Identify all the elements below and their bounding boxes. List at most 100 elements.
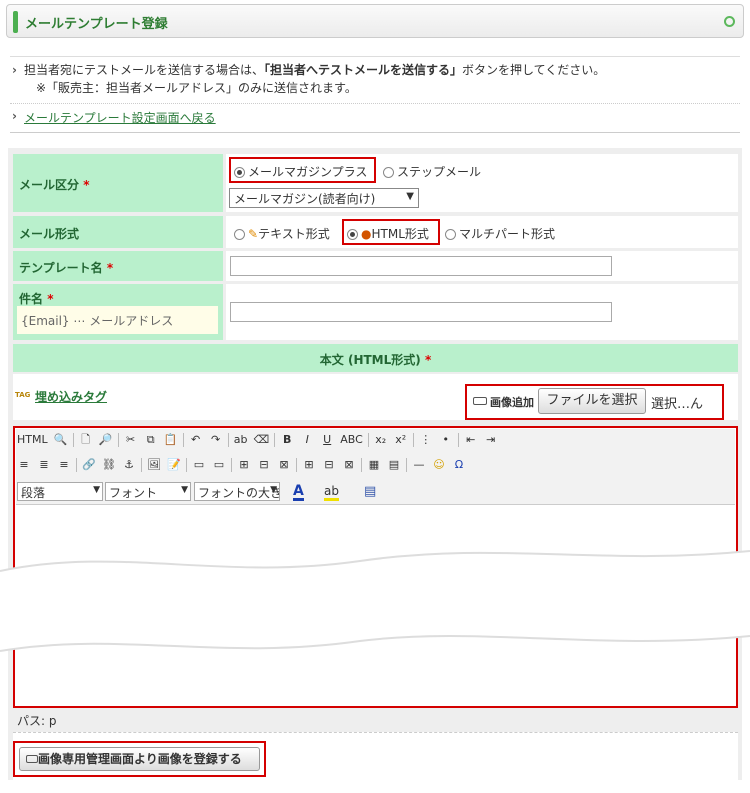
- toolbar-button-icon[interactable]: ⇤: [464, 432, 478, 448]
- toolbar-button-icon[interactable]: ⊞: [237, 457, 251, 473]
- template-name-cell: [226, 251, 738, 281]
- toolbar-button-icon[interactable]: ☺: [432, 457, 446, 473]
- toolbar-button-icon[interactable]: U: [320, 432, 334, 448]
- register-image-button[interactable]: 画像専用管理画面より画像を登録する: [19, 747, 260, 771]
- toolbar-button-icon[interactable]: ⊠: [277, 457, 291, 473]
- page-header: メールテンプレート登録: [6, 4, 744, 38]
- toolbar-button-icon[interactable]: ✂: [124, 432, 138, 448]
- toolbar-separator: [457, 432, 459, 447]
- image-icon: [473, 397, 487, 405]
- highlight-color-icon[interactable]: ab: [324, 484, 339, 501]
- subject-cell: [226, 284, 738, 340]
- file-select-button[interactable]: ファイルを選択: [538, 388, 646, 414]
- toolbar-row-2: ≡ ≣ ≡ 🔗 ⛓ ⚓ 🖼 📝 ▭ ▭ ⊞ ⊟ ⊠ ⊞ ⊟ ⊠ ▦ ▤ — ☺ Ω: [14, 455, 730, 477]
- toolbar-separator: [141, 457, 142, 472]
- toolbar-button-icon[interactable]: ↷: [209, 432, 223, 448]
- radio-icon[interactable]: [234, 229, 245, 240]
- toolbar-button-icon[interactable]: ⋮: [419, 432, 433, 448]
- chevron-right-icon: ›: [12, 63, 17, 77]
- chevron-right-icon: ›: [12, 109, 17, 123]
- toolbar-separator: [186, 457, 187, 472]
- font-color-icon[interactable]: A: [293, 484, 304, 501]
- toolbar-button-icon[interactable]: ⇥: [484, 432, 498, 448]
- radio-step-mail[interactable]: ステップメール: [383, 163, 481, 180]
- toolbar-button-icon[interactable]: •: [439, 432, 453, 448]
- toolbar-button-icon[interactable]: ⛓: [102, 457, 116, 473]
- toolbar-separator: [231, 457, 232, 472]
- header-accent-bar: [13, 11, 18, 33]
- toolbar-button-icon[interactable]: ⊟: [322, 457, 336, 473]
- back-link-row: › メールテンプレート設定画面へ戻る: [10, 103, 740, 133]
- mail-type-select[interactable]: メールマガジン(読者向け) ▼: [229, 188, 419, 208]
- radio-text-format[interactable]: ✎テキスト形式: [234, 225, 330, 242]
- toolbar-button-icon[interactable]: HTML: [17, 432, 48, 448]
- toolbar-button-icon[interactable]: 🔗: [82, 457, 96, 473]
- template-name-label: テンプレート名 *: [13, 251, 223, 281]
- radio-icon[interactable]: [445, 229, 456, 240]
- back-to-settings-link[interactable]: メールテンプレート設定画面へ戻る: [24, 111, 216, 125]
- source-icon[interactable]: ▤: [364, 484, 376, 499]
- info-section: › 担当者宛にテストメールを送信する場合は、「担当者へテストメールを送信する」ボ…: [10, 56, 740, 97]
- mail-type-cell: メールマガジンプラス ステップメール メールマガジン(読者向け) ▼: [226, 154, 738, 212]
- toolbar-button-icon[interactable]: ↶: [189, 432, 203, 448]
- image-add-label: 画像追加: [490, 396, 534, 409]
- toolbar-button-icon[interactable]: ≣: [37, 457, 51, 473]
- toolbar-row-1: HTML 🔍 🗋 🔎 ✂ ⧉ 📋 ↶ ↷ ab ⌫ B I U ABC x₂ x² ⋮ • ⇤ ⇥: [14, 430, 730, 452]
- toolbar-separator: [72, 432, 74, 447]
- template-name-input[interactable]: [230, 256, 612, 276]
- toolbar-button-icon[interactable]: ▭: [192, 457, 206, 473]
- toolbar-button-icon[interactable]: ▭: [212, 457, 226, 473]
- subject-input[interactable]: [230, 302, 612, 322]
- toolbar-button-icon[interactable]: ⚓: [122, 457, 136, 473]
- toolbar-separator: [361, 457, 362, 472]
- toolbar-button-icon[interactable]: Ω: [452, 457, 466, 473]
- toolbar-button-icon[interactable]: B: [280, 432, 294, 448]
- toolbar-button-icon[interactable]: ABC: [340, 432, 363, 448]
- toolbar-separator: [274, 432, 276, 447]
- pencil-icon: ✎: [248, 227, 259, 241]
- radio-multipart-format[interactable]: マルチパート形式: [445, 225, 555, 242]
- toolbar-button-icon[interactable]: ▤: [387, 457, 401, 473]
- toolbar-button-icon[interactable]: I: [300, 432, 314, 448]
- radio-html-format[interactable]: ●HTML形式: [347, 225, 429, 242]
- subject-label: 件名 * {Email} ⋯ メールアドレス: [13, 284, 223, 340]
- toolbar-separator: [412, 432, 414, 447]
- toolbar-button-icon[interactable]: ▦: [367, 457, 381, 473]
- toolbar-button-icon[interactable]: ⊞: [302, 457, 316, 473]
- embed-tag-link[interactable]: 埋め込みタグ: [35, 388, 107, 405]
- radio-checked-icon[interactable]: [347, 229, 358, 240]
- toolbar-button-icon[interactable]: 🗋: [79, 432, 93, 448]
- toolbar-button-icon[interactable]: ⊠: [342, 457, 356, 473]
- font-combo[interactable]: フォント ▼: [105, 482, 191, 501]
- toolbar-button-icon[interactable]: 🔍: [54, 432, 68, 448]
- toolbar-button-icon[interactable]: x²: [394, 432, 408, 448]
- dropdown-arrow-icon: ▼: [181, 485, 188, 495]
- toolbar-button-icon[interactable]: ≡: [57, 457, 71, 473]
- toolbar-button-icon[interactable]: 🔎: [99, 432, 113, 448]
- toolbar-button-icon[interactable]: x₂: [374, 432, 388, 448]
- file-status-text: 選択…ん: [651, 397, 704, 412]
- info-text: 担当者宛にテストメールを送信する場合は、: [24, 63, 265, 77]
- editor-path-bar: パス: p: [13, 710, 738, 730]
- toolbar-button-icon[interactable]: ⊟: [257, 457, 271, 473]
- toolbar-separator: [117, 432, 119, 447]
- toolbar-button-icon[interactable]: 🖼: [147, 457, 161, 473]
- info-text-post: ボタンを押してください。: [462, 63, 606, 77]
- info-line: › 担当者宛にテストメールを送信する場合は、「担当者へテストメールを送信する」ボ…: [10, 61, 740, 79]
- subject-hint: {Email} ⋯ メールアドレス: [17, 306, 218, 334]
- mail-type-label: メール区分 *: [13, 154, 223, 212]
- toolbar-separator: [406, 457, 407, 472]
- radio-checked-icon[interactable]: [234, 167, 245, 178]
- paragraph-combo[interactable]: 段落 ▼: [17, 482, 103, 501]
- toolbar-button-icon[interactable]: ⌫: [254, 432, 270, 448]
- font-size-combo[interactable]: フォントの大きさ▼: [194, 482, 280, 501]
- radio-icon[interactable]: [383, 167, 394, 178]
- toolbar-button-icon[interactable]: —: [412, 457, 426, 473]
- toolbar-button-icon[interactable]: 📝: [167, 457, 181, 473]
- toolbar-button-icon[interactable]: 📋: [164, 432, 178, 448]
- toolbar-button-icon[interactable]: ≡: [17, 457, 31, 473]
- toolbar-button-icon[interactable]: ab: [234, 432, 248, 448]
- toolbar-separator: [227, 432, 229, 447]
- radio-mailmag-plus[interactable]: メールマガジンプラス: [234, 163, 367, 180]
- toolbar-button-icon[interactable]: ⧉: [144, 432, 158, 448]
